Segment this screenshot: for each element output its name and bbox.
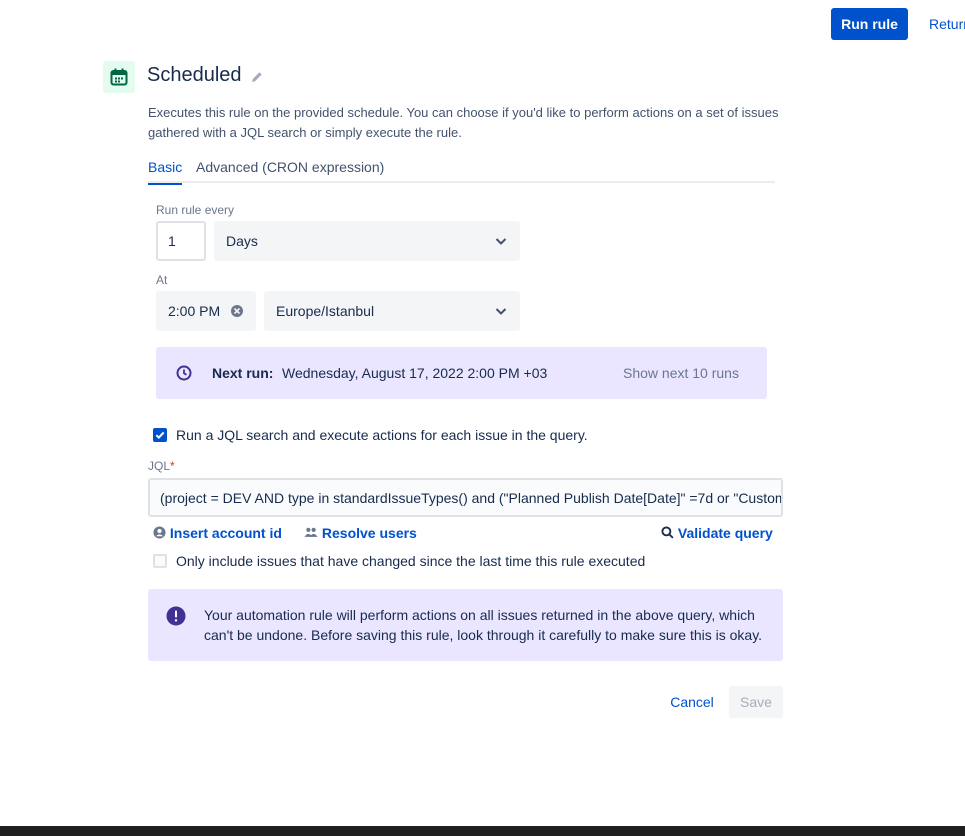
scheduled-trigger-page: Run rule Return Scheduled Executes this … [0, 0, 965, 836]
next-run-label: Next run: [212, 365, 274, 381]
resolve-users-button[interactable]: Resolve users [304, 525, 417, 541]
clock-icon [176, 365, 192, 381]
validate-query-label: Validate query [677, 525, 773, 541]
changed-issues-checkbox-label: Only include issues that have changed si… [176, 553, 646, 569]
interval-unit-value: Days [226, 233, 258, 249]
interval-number-input[interactable]: 1 [156, 221, 206, 261]
os-taskbar [0, 826, 965, 836]
search-icon [661, 526, 674, 539]
checkmark-icon [155, 431, 165, 440]
people-icon [304, 527, 318, 537]
validate-query-button[interactable]: Validate query [661, 525, 773, 541]
insert-account-id-label: Insert account id [169, 525, 282, 541]
user-avatar-icon [153, 526, 166, 539]
insert-account-id-button[interactable]: Insert account id [153, 525, 282, 541]
schedule-tabs: Basic Advanced (CRON expression) [148, 157, 775, 185]
pencil-icon[interactable] [250, 70, 264, 89]
time-value: 2:00 PM [168, 303, 221, 319]
show-next-runs-button[interactable]: Show next 10 runs [623, 365, 739, 381]
return-link[interactable]: Return [929, 16, 965, 32]
tab-basic[interactable]: Basic [148, 159, 183, 185]
tab-advanced-cron[interactable]: Advanced (CRON expression) [196, 159, 384, 181]
chevron-down-icon [495, 308, 507, 315]
run-every-label: Run rule every [156, 203, 235, 217]
next-run-panel: Next run: Wednesday, August 17, 2022 2:0… [156, 347, 767, 399]
jql-field-label: JQL* [148, 459, 175, 473]
next-run-value: Wednesday, August 17, 2022 2:00 PM +03 [282, 365, 548, 381]
interval-value: 1 [168, 233, 176, 249]
changed-issues-checkbox[interactable] [153, 554, 167, 568]
trigger-description: Executes this rule on the provided sched… [148, 105, 779, 140]
cancel-button[interactable]: Cancel [662, 686, 722, 718]
jql-search-checkbox[interactable] [153, 428, 167, 442]
page-title: Scheduled [147, 64, 242, 86]
clear-icon[interactable] [230, 304, 244, 318]
jql-search-checkbox-label: Run a JQL search and execute actions for… [176, 427, 588, 443]
timezone-value: Europe/Istanbul [276, 303, 375, 319]
warning-message-panel: Your automation rule will perform action… [148, 589, 783, 661]
jql-label-text: JQL [148, 459, 171, 473]
interval-unit-select[interactable]: Days [214, 221, 520, 261]
timezone-select[interactable]: Europe/Istanbul [264, 291, 520, 331]
warning-message-text: Your automation rule will perform action… [204, 607, 763, 643]
time-picker[interactable]: 2:00 PM [156, 291, 256, 331]
resolve-users-label: Resolve users [321, 525, 417, 541]
save-button[interactable]: Save [729, 686, 783, 718]
jql-query-input[interactable]: (project = DEV AND type in standardIssue… [148, 478, 783, 517]
at-label: At [156, 273, 168, 287]
chevron-down-icon [495, 238, 507, 245]
run-rule-button[interactable]: Run rule [831, 8, 908, 40]
warning-icon [166, 606, 186, 626]
calendar-icon [103, 61, 135, 93]
required-mark: * [170, 459, 175, 473]
